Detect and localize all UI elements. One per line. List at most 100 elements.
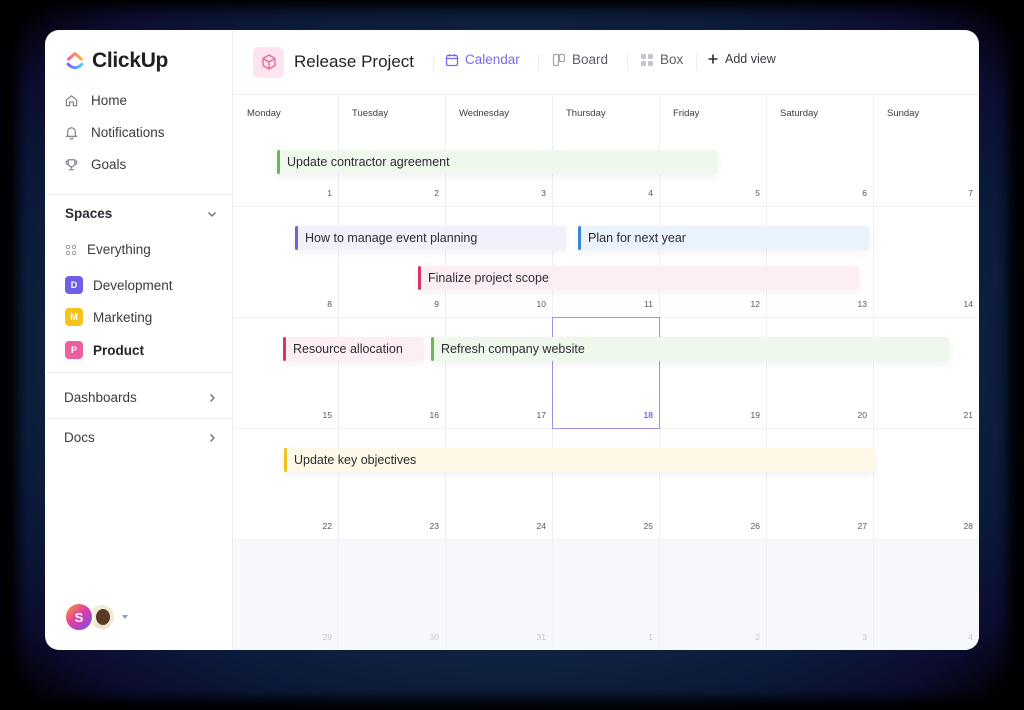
sidebar-dashboards[interactable]: Dashboards [64,390,218,405]
date-cell[interactable]: 26 [730,521,760,531]
trophy-icon [65,159,78,171]
date-cell[interactable]: 3 [516,188,546,198]
date-cell[interactable]: 4 [943,632,973,642]
bell-icon [65,127,78,140]
event-title: How to manage event planning [305,231,478,245]
clickup-logo[interactable]: ClickUp [64,49,168,73]
nav-goals-label: Goals [91,157,127,172]
date-cell[interactable]: 29 [302,632,332,642]
date-cell[interactable]: 27 [837,521,867,531]
column-divider [445,96,446,650]
date-cell[interactable]: 12 [730,299,760,309]
calendar-event[interactable]: Resource allocation [283,337,424,361]
sidebar-divider [45,372,232,373]
date-cell[interactable]: 1 [623,632,653,642]
space-everything-label: Everything [87,242,151,257]
space-badge-marketing: M [65,308,83,326]
plus-icon [708,54,718,64]
sidebar-divider [45,418,232,419]
nav-goals[interactable]: Goals [64,157,126,172]
sidebar-docs[interactable]: Docs [64,430,218,445]
calendar-event[interactable]: Update contractor agreement [277,150,717,174]
clickup-logo-icon [66,52,84,70]
date-cell[interactable]: 2 [409,188,439,198]
date-cell[interactable]: 23 [409,521,439,531]
nav-notifications[interactable]: Notifications [64,125,165,140]
caret-down-icon[interactable] [122,615,128,619]
nav-home-label: Home [91,93,128,108]
weekday-header-friday: Friday [673,108,700,119]
weekday-header-wednesday: Wednesday [459,108,509,119]
home-icon [65,95,78,107]
column-divider [766,96,767,650]
date-cell[interactable]: 20 [837,410,867,420]
sidebar-divider [45,194,232,195]
tab-board[interactable]: Board [552,52,608,67]
tab-calendar[interactable]: Calendar [445,52,520,67]
date-cell[interactable]: 17 [516,410,546,420]
date-cell[interactable]: 4 [623,188,653,198]
event-title: Finalize project scope [428,271,549,285]
date-cell[interactable]: 24 [516,521,546,531]
date-cell[interactable]: 3 [837,632,867,642]
nav-notifications-label: Notifications [91,125,165,140]
calendar-event[interactable]: Plan for next year [578,226,869,250]
column-divider [338,96,339,650]
date-cell[interactable]: 19 [730,410,760,420]
next-month-area [233,539,979,650]
date-cell[interactable]: 10 [516,299,546,309]
date-cell[interactable]: 22 [302,521,332,531]
space-product[interactable]: P Product [65,341,144,359]
project-header: Release Project Calendar Board Box Add v… [233,30,979,95]
date-cell[interactable]: 13 [837,299,867,309]
date-cell[interactable]: 11 [623,299,653,309]
date-cell[interactable]: 7 [943,188,973,198]
tab-board-label: Board [572,52,609,67]
spaces-header[interactable]: Spaces [65,206,218,221]
spaces-title: Spaces [65,206,113,221]
weekday-header-tuesday: Tuesday [352,108,389,119]
date-cell[interactable]: 5 [730,188,760,198]
date-cell[interactable]: 15 [302,410,332,420]
date-cell[interactable]: 8 [302,299,332,309]
tab-calendar-label: Calendar [465,52,520,67]
box-grid-icon [641,53,653,66]
calendar-event[interactable]: Finalize project scope [418,266,859,290]
calendar-event[interactable]: Update key objectives [284,448,875,472]
app-window: ClickUp Home Notifications Goals Spaces … [45,30,979,650]
cube-icon [261,54,276,70]
space-badge-product: P [65,341,83,359]
tab-box[interactable]: Box [640,52,683,67]
date-cell[interactable]: 30 [409,632,439,642]
date-cell[interactable]: 28 [943,521,973,531]
app-name: ClickUp [92,49,169,72]
calendar-grid: Monday Tuesday Wednesday Thursday Friday Satu… [233,96,979,650]
calendar-event[interactable]: Refresh company website [431,337,949,361]
chevron-down-icon[interactable] [206,208,218,220]
date-cell[interactable]: 9 [409,299,439,309]
avatar-user[interactable]: S [64,602,94,632]
add-view-button[interactable]: Add view [707,52,776,66]
date-cell[interactable]: 31 [516,632,546,642]
weekday-header-sunday: Sunday [887,108,920,119]
space-development[interactable]: D Development [65,276,173,294]
event-title: Update key objectives [294,453,417,467]
user-menu[interactable]: S [64,602,128,632]
calendar-event[interactable]: How to manage event planning [295,226,566,250]
space-everything[interactable]: Everything [65,242,151,257]
event-title: Update contractor agreement [287,155,450,169]
nav-home[interactable]: Home [64,93,127,108]
date-cell[interactable]: 14 [943,299,973,309]
date-cell[interactable]: 6 [837,188,867,198]
weekday-header-saturday: Saturday [780,108,819,119]
row-divider [233,206,979,207]
date-cell[interactable]: 25 [623,521,653,531]
tab-separator [627,54,628,70]
date-cell[interactable]: 16 [409,410,439,420]
weekday-header-monday: Monday [247,108,281,119]
space-marketing[interactable]: M Marketing [65,308,152,326]
date-cell[interactable]: 2 [730,632,760,642]
date-cell[interactable]: 21 [943,410,973,420]
date-cell[interactable]: 18 [623,410,653,420]
date-cell[interactable]: 1 [302,188,332,198]
